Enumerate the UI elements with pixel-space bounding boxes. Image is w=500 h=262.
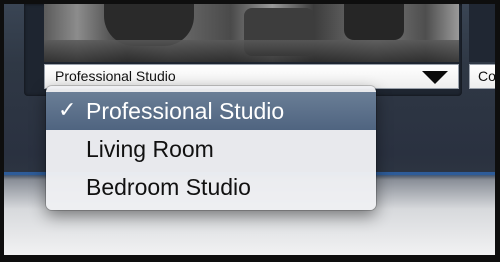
menu-item-label: Bedroom Studio [86, 174, 251, 200]
preview-shape [344, 4, 404, 40]
room-preset-value: Professional Studio [55, 68, 176, 84]
side-preview-image [469, 4, 495, 62]
preview-floor [44, 40, 459, 62]
room-preset-menu: ✓ Professional Studio Living Room Bedroo… [46, 86, 376, 210]
checkmark-icon: ✓ [58, 98, 77, 123]
menu-item-bedroom-studio[interactable]: Bedroom Studio [46, 168, 376, 206]
menu-item-professional-studio[interactable]: ✓ Professional Studio [46, 92, 376, 130]
side-select-value: Co [478, 68, 496, 84]
dropdown-arrow-icon[interactable] [422, 71, 448, 84]
menu-item-label: Living Room [86, 136, 214, 162]
window-frame: Professional Studio Co ✓ Professional St… [0, 0, 500, 262]
menu-item-living-room[interactable]: Living Room [46, 130, 376, 168]
menu-item-label: Professional Studio [86, 98, 285, 124]
side-select[interactable]: Co [469, 64, 496, 89]
room-preview-image [44, 4, 459, 62]
